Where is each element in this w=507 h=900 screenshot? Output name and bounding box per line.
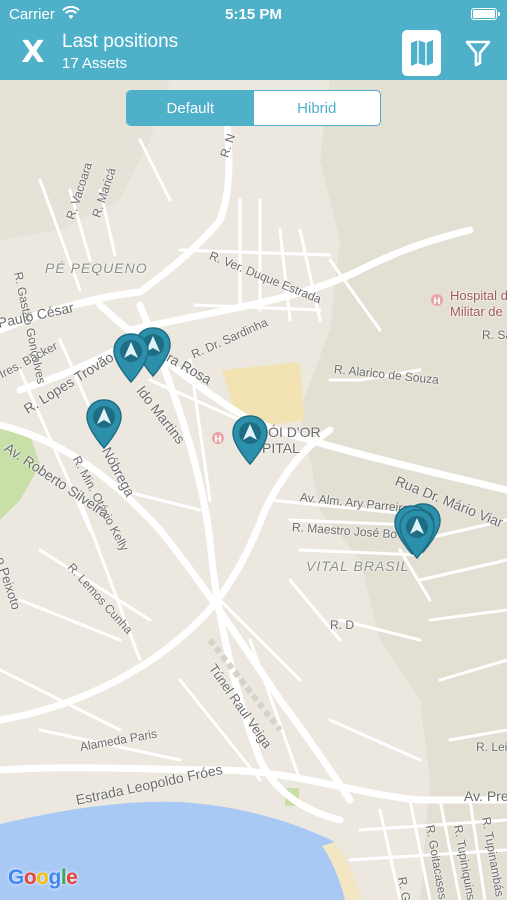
close-button[interactable]: X [18, 35, 48, 71]
area-label: VITAL BRASIL [306, 558, 410, 574]
asset-pin[interactable] [231, 414, 269, 466]
asset-pin[interactable] [398, 508, 436, 560]
map-label: R. Lei [476, 740, 507, 754]
map-type-control: Default Hibrid [126, 90, 381, 126]
top-bar: Carrier 5:15 PM X Last positions 17 Asse… [0, 0, 507, 80]
asset-count: 17 Assets [62, 55, 128, 72]
map-label: Hospital de [450, 288, 507, 303]
svg-text:H: H [433, 297, 441, 307]
asset-pin[interactable] [85, 398, 123, 450]
map-icon [410, 40, 433, 66]
map-label: R. Sa [482, 328, 507, 342]
area-label: PÉ PEQUENO [45, 260, 148, 276]
map-label: Av. Pre [464, 788, 507, 804]
map-view[interactable]: H H Default Hibrid R. Gastão Gonçalves R… [0, 80, 507, 900]
map-type-hybrid[interactable]: Hibrid [254, 91, 381, 125]
status-bar: Carrier 5:15 PM [0, 0, 507, 28]
map-label: R. D [330, 618, 354, 632]
battery-icon [471, 8, 500, 20]
filter-icon [465, 40, 491, 67]
asset-pin[interactable] [112, 332, 150, 384]
map-label: Militar de [450, 304, 503, 319]
svg-text:H: H [214, 435, 222, 445]
map-type-default[interactable]: Default [127, 91, 254, 125]
filter-button[interactable] [462, 36, 494, 70]
google-logo: Google [8, 866, 78, 889]
page-title: Last positions [62, 31, 179, 52]
map-view-button[interactable] [402, 30, 441, 76]
clock: 5:15 PM [225, 6, 282, 23]
